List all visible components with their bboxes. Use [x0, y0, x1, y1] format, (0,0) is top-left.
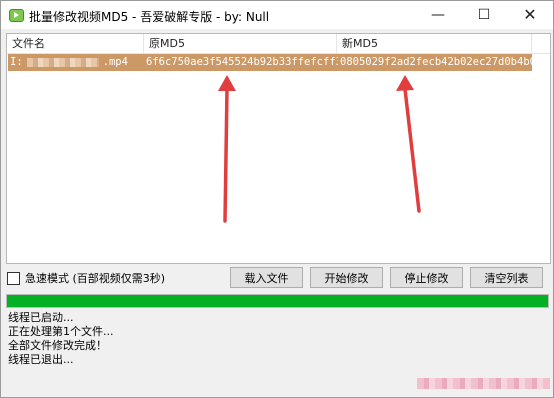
minimize-button[interactable]: — — [415, 1, 461, 29]
load-files-button[interactable]: 载入文件 — [230, 267, 303, 288]
log-line: 全部文件修改完成！ — [8, 339, 107, 352]
file-list[interactable]: 文件名 原MD5 新MD5 I: .mp4 6f6c750ae3f545524b9… — [6, 33, 551, 264]
start-modify-button[interactable]: 开始修改 — [310, 267, 383, 288]
cell-new-md5: 0805029f2ad2fecb42b02ec27d0b4b08 — [340, 56, 532, 68]
table-row[interactable]: I: .mp4 6f6c750ae3f545524b92b33ffefcff37 … — [8, 54, 532, 71]
progress-fill — [7, 295, 548, 307]
title-bar[interactable]: 批量修改视频MD5 - 吾爱破解专版 - by: Null — ☐ ✕ — [1, 1, 553, 29]
blurred-watermark — [417, 378, 550, 389]
log-line: 正在处理第1个文件... — [8, 325, 114, 338]
list-header: 文件名 原MD5 新MD5 — [7, 34, 550, 54]
log-line: 线程已退出... — [8, 353, 74, 366]
filename-prefix: I: — [10, 56, 23, 68]
cell-filename: I: .mp4 — [8, 54, 145, 71]
app-window: 批量修改视频MD5 - 吾爱破解专版 - by: Null — ☐ ✕ 文件名 … — [0, 0, 554, 398]
log-line: 线程已启动... — [8, 311, 74, 324]
video-play-icon — [9, 9, 24, 22]
stop-modify-button[interactable]: 停止修改 — [390, 267, 463, 288]
clear-list-button[interactable]: 清空列表 — [470, 267, 543, 288]
progress-bar — [6, 294, 549, 308]
log-output: 线程已启动... 正在处理第1个文件... 全部文件修改完成！ 线程已退出... — [8, 311, 114, 367]
blurred-filename — [26, 57, 99, 67]
fast-mode-label: 急速模式 (百部视频仅需3秒) — [25, 272, 166, 285]
maximize-button[interactable]: ☐ — [461, 1, 507, 29]
column-header-new-md5[interactable]: 新MD5 — [337, 34, 532, 53]
column-header-orig-md5[interactable]: 原MD5 — [144, 34, 337, 53]
fast-mode-checkbox[interactable] — [7, 272, 20, 285]
annotation-arrow-new — [396, 75, 421, 213]
close-button[interactable]: ✕ — [507, 1, 553, 29]
column-header-filename[interactable]: 文件名 — [7, 34, 144, 53]
filename-suffix: .mp4 — [102, 56, 128, 68]
window-title: 批量修改视频MD5 - 吾爱破解专版 - by: Null — [29, 10, 270, 24]
cell-orig-md5: 6f6c750ae3f545524b92b33ffefcff37 — [146, 56, 338, 68]
annotation-arrow-orig — [218, 75, 236, 223]
